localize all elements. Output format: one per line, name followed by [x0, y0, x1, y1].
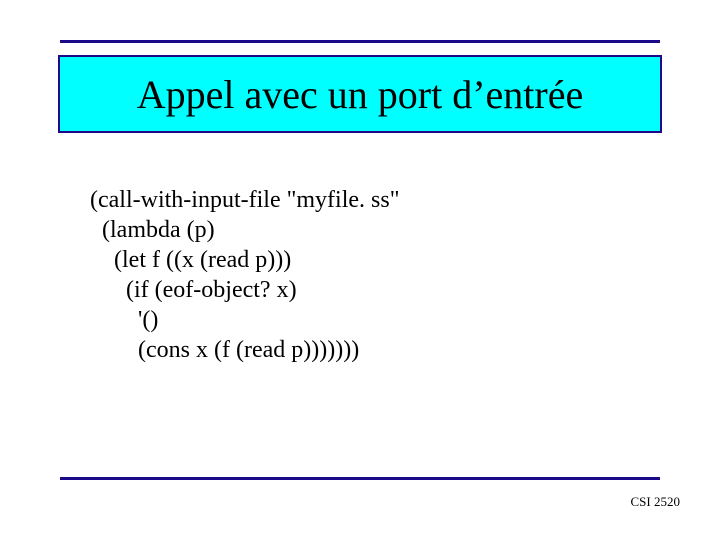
- top-divider: [60, 40, 660, 43]
- code-line: '(): [90, 305, 660, 335]
- code-block: (call-with-input-file "myfile. ss" (lamb…: [90, 185, 660, 365]
- slide-title: Appel avec un port d’entrée: [137, 71, 583, 118]
- code-line: (lambda (p): [90, 215, 660, 245]
- code-line: (let f ((x (read p))): [90, 245, 660, 275]
- code-line: (call-with-input-file "myfile. ss": [90, 185, 660, 215]
- footer-label: CSI 2520: [631, 494, 680, 510]
- title-box: Appel avec un port d’entrée: [58, 55, 662, 133]
- bottom-divider: [60, 477, 660, 480]
- slide: Appel avec un port d’entrée (call-with-i…: [0, 0, 720, 540]
- code-line: (if (eof-object? x): [90, 275, 660, 305]
- code-line: (cons x (f (read p))))))): [90, 335, 660, 365]
